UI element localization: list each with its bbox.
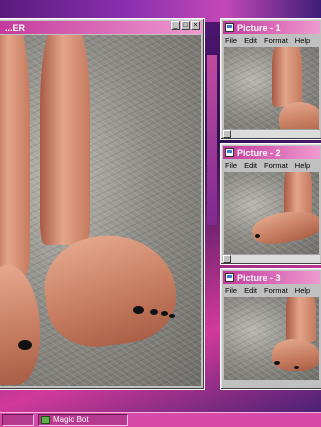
minimize-button[interactable]: _ xyxy=(171,21,180,30)
picture-3-title-bar[interactable]: Picture - 3 xyxy=(223,271,320,284)
picture-1-canvas[interactable] xyxy=(224,47,319,130)
picture-3-canvas[interactable] xyxy=(224,297,319,380)
menu-edit[interactable]: Edit xyxy=(244,35,257,46)
picture-icon xyxy=(225,148,234,157)
picture-icon xyxy=(225,23,234,32)
picture-1-title-bar[interactable]: Picture - 1 xyxy=(223,21,320,34)
picture-window-1[interactable]: Picture - 1 File Edit Format Help xyxy=(220,18,321,140)
picture-1-menu-bar: File Edit Format Help xyxy=(223,35,320,46)
menu-format[interactable]: Format xyxy=(264,35,288,46)
menu-file[interactable]: File xyxy=(225,160,237,171)
main-picture-canvas[interactable] xyxy=(0,35,201,386)
menu-edit[interactable]: Edit xyxy=(244,160,257,171)
menu-help[interactable]: Help xyxy=(295,160,310,171)
picture-window-3[interactable]: Picture - 3 File Edit Format Help xyxy=(220,268,321,390)
picture-icon xyxy=(225,273,234,282)
toenail xyxy=(255,234,260,238)
foot xyxy=(279,102,319,130)
desktop-decoration xyxy=(207,55,217,225)
menu-format[interactable]: Format xyxy=(264,160,288,171)
scroll-left-button[interactable] xyxy=(223,255,231,263)
toenail xyxy=(161,311,168,316)
picture-window-2[interactable]: Picture - 2 File Edit Format Help xyxy=(220,143,321,265)
picture-3-menu-bar: File Edit Format Help xyxy=(223,285,320,296)
picture-2-menu-bar: File Edit Format Help xyxy=(223,160,320,171)
toenail xyxy=(169,314,175,318)
picture-3-title: Picture - 3 xyxy=(237,272,281,283)
horizontal-scrollbar[interactable] xyxy=(223,129,320,138)
taskbar: Magic Bot xyxy=(0,412,321,427)
picture-2-title-bar[interactable]: Picture - 2 xyxy=(223,146,320,159)
leg xyxy=(286,297,316,342)
left-leg xyxy=(0,35,30,275)
maximize-button[interactable]: □ xyxy=(181,21,190,30)
scroll-left-button[interactable] xyxy=(223,130,231,138)
picture-2-canvas[interactable] xyxy=(224,172,319,255)
toenail xyxy=(150,309,158,315)
toenail xyxy=(274,361,280,365)
magic-bot-icon xyxy=(41,416,50,424)
menu-format[interactable]: Format xyxy=(264,285,288,296)
taskbar-item[interactable] xyxy=(2,414,34,426)
taskbar-item-label: Magic Bot xyxy=(53,415,89,424)
toenail xyxy=(294,366,299,369)
taskbar-item-magic-bot[interactable]: Magic Bot xyxy=(38,414,128,426)
menu-help[interactable]: Help xyxy=(295,35,310,46)
main-viewer-window[interactable]: ...ER _ □ × xyxy=(0,18,205,390)
picture-2-title: Picture - 2 xyxy=(237,147,281,158)
leg xyxy=(272,47,302,107)
menu-edit[interactable]: Edit xyxy=(244,285,257,296)
main-window-title: ...ER xyxy=(5,22,26,33)
right-leg xyxy=(40,35,90,245)
menu-file[interactable]: File xyxy=(225,285,237,296)
close-button[interactable]: × xyxy=(191,21,200,30)
horizontal-scrollbar[interactable] xyxy=(223,254,320,263)
toenail xyxy=(133,306,144,314)
menu-help[interactable]: Help xyxy=(295,285,310,296)
menu-file[interactable]: File xyxy=(225,35,237,46)
picture-1-title: Picture - 1 xyxy=(237,22,281,33)
toenail xyxy=(18,340,32,350)
